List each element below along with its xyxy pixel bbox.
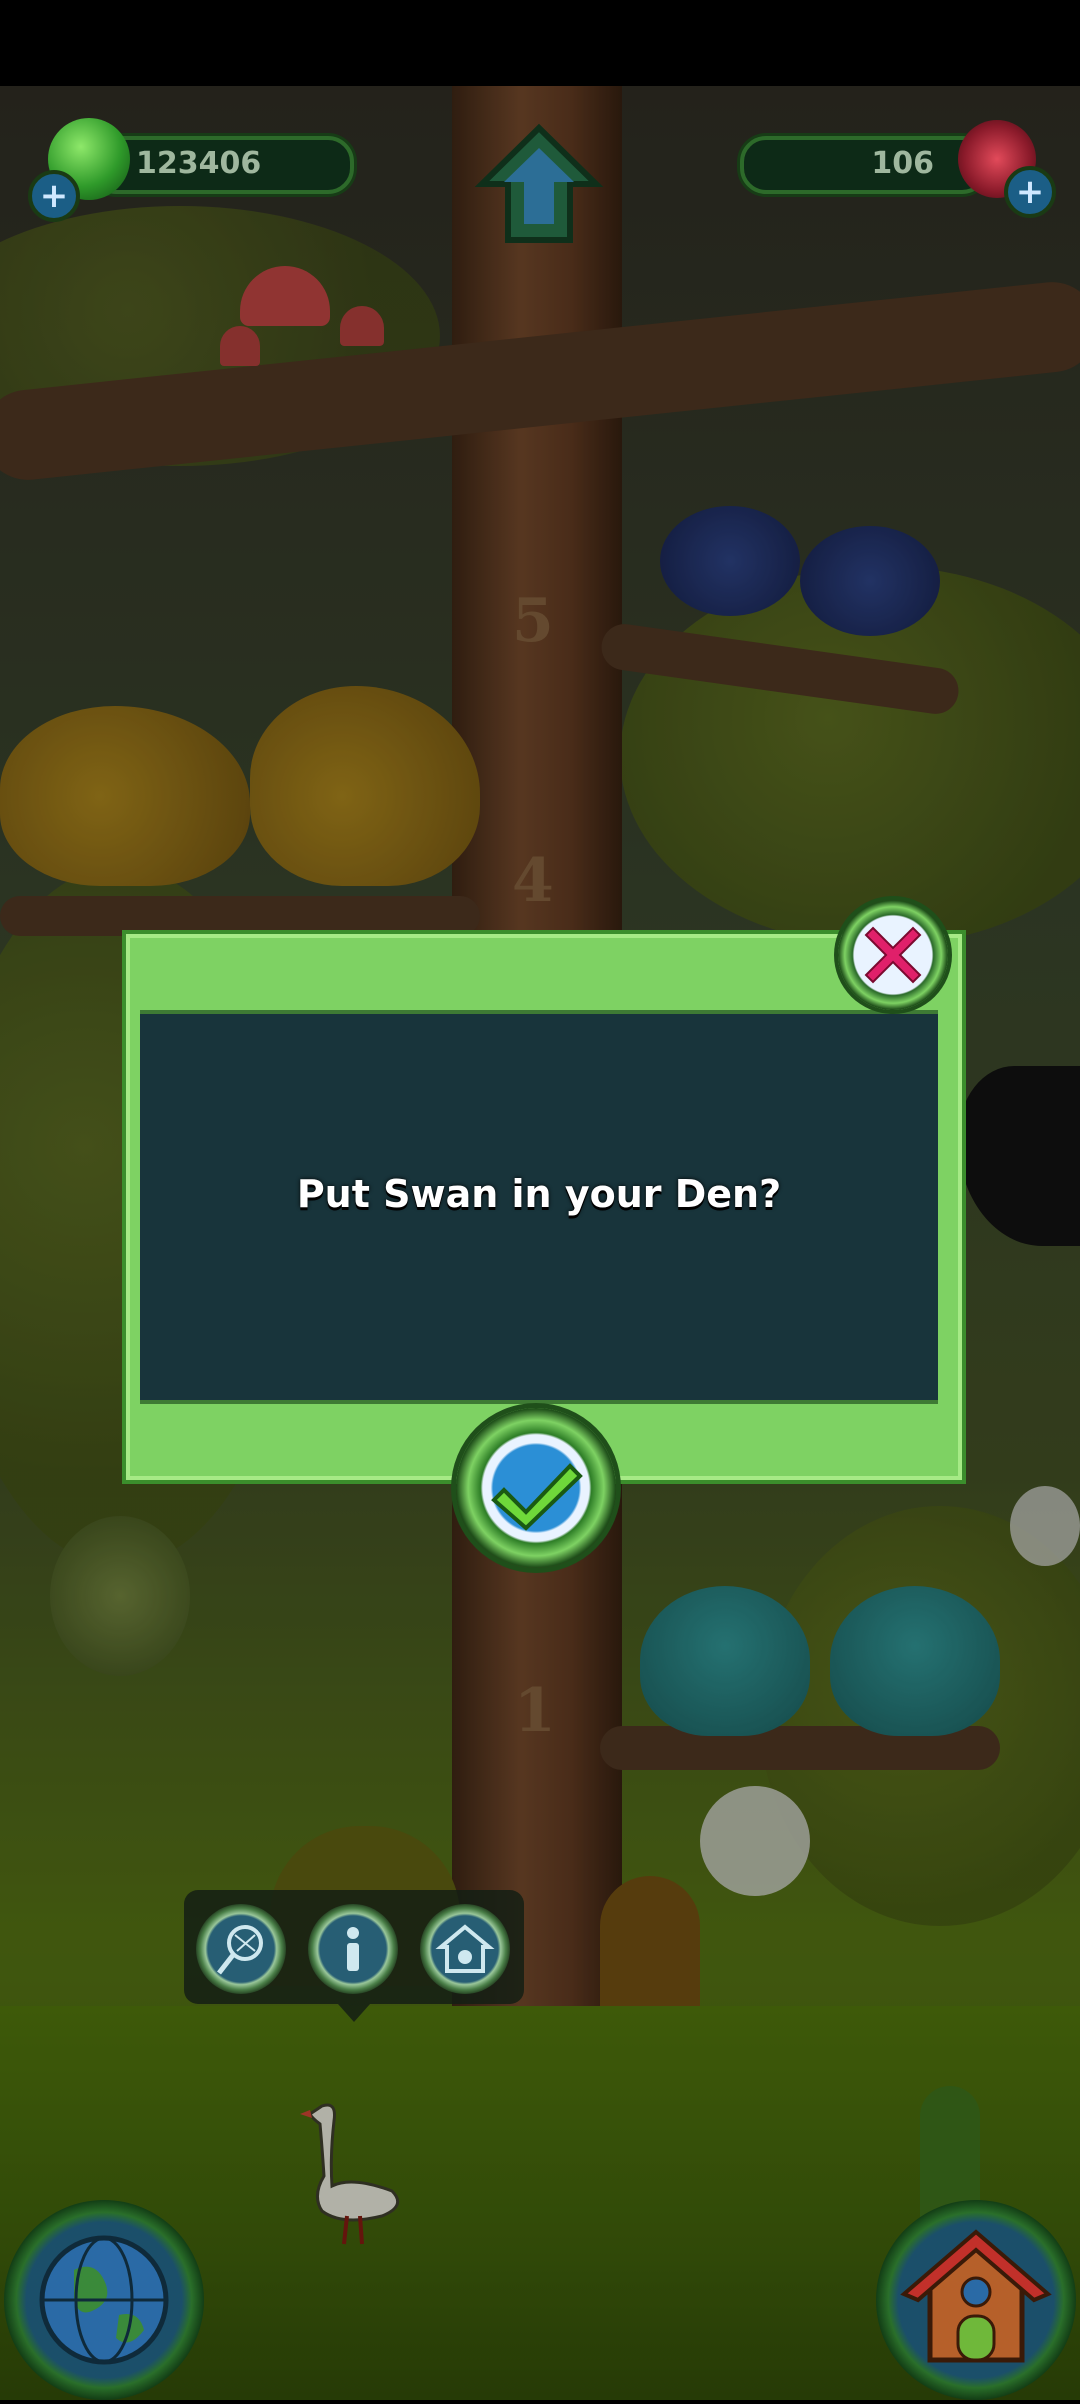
add-green-currency-button[interactable]: +: [28, 170, 80, 222]
net-icon: [217, 1925, 263, 1975]
globe-icon: [39, 2235, 169, 2365]
den-icon: [435, 1924, 495, 1973]
catch-button[interactable]: [196, 1904, 286, 1994]
checkmark-icon: [491, 1463, 583, 1531]
currency-bar-green: 123406: [90, 136, 354, 194]
close-button[interactable]: [838, 900, 948, 1010]
world-map-button[interactable]: [4, 2200, 204, 2400]
home-button[interactable]: [474, 120, 604, 250]
currency-bar-gems: 106: [740, 136, 988, 194]
status-bar: [0, 0, 1080, 86]
home-arrow-icon: [474, 123, 604, 243]
info-button[interactable]: [308, 1904, 398, 1994]
send-to-den-button[interactable]: [420, 1904, 510, 1994]
close-x-icon: [864, 926, 922, 984]
dialog-message: Put Swan in your Den?: [296, 1172, 782, 1216]
den-house-button[interactable]: [876, 2200, 1076, 2400]
add-gems-button[interactable]: +: [1004, 166, 1056, 218]
house-icon: [900, 2229, 1052, 2363]
currency-green-value: 123406: [136, 146, 262, 181]
currency-gems-value: 106: [871, 146, 934, 181]
confirm-button[interactable]: [456, 1408, 616, 1568]
tray-pointer: [338, 2004, 370, 2022]
info-icon: [347, 1927, 359, 1971]
